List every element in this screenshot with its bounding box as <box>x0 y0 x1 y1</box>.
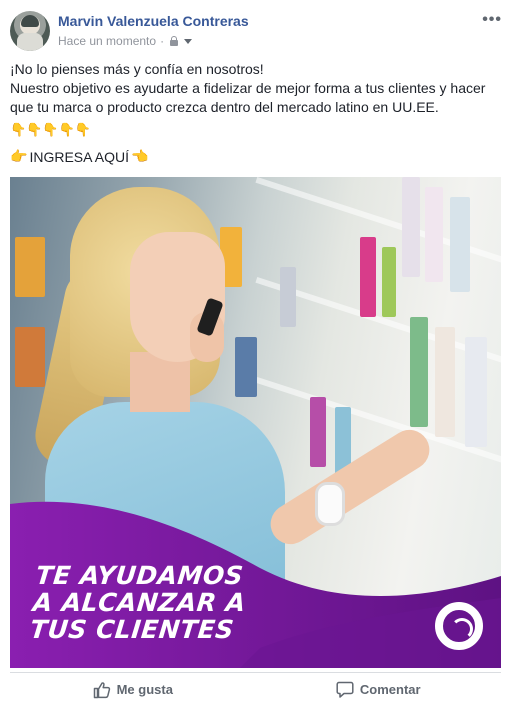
slogan-line: A ALCANZAR A <box>31 588 248 617</box>
lock-icon <box>170 36 179 46</box>
product <box>450 197 470 292</box>
author-name[interactable]: Marvin Valenzuela Contreras <box>58 13 249 29</box>
more-options-icon[interactable]: ••• <box>482 12 502 28</box>
product <box>15 327 45 387</box>
comment-icon <box>336 681 354 698</box>
facebook-post: Marvin Valenzuela Contreras Hace un mome… <box>0 0 511 710</box>
product <box>280 267 296 327</box>
product <box>235 337 257 397</box>
pointing-right-icon: 👉 <box>10 148 28 164</box>
pointing-down-emoji-row: 👇👇👇👇👇 <box>10 122 91 138</box>
avatar-helmet-shape <box>21 15 39 27</box>
meta-separator: · <box>160 34 165 48</box>
post-timestamp[interactable]: Hace un momento <box>58 34 156 48</box>
product <box>410 317 428 427</box>
like-button[interactable]: Me gusta <box>10 673 256 706</box>
cta-line: 👉 INGRESA AQUÍ 👈 <box>10 148 148 165</box>
pointing-down-icons: 👇👇👇👇👇 <box>10 122 91 137</box>
thumbs-up-icon <box>93 681 110 698</box>
product <box>310 397 326 467</box>
slogan-line: TE AYUDAMOS <box>34 561 245 590</box>
brand-logo-icon <box>435 602 483 650</box>
post-text-line: Nuestro objetivo es ayudarte a fidelizar… <box>10 80 486 115</box>
product <box>465 337 487 447</box>
product <box>360 237 376 317</box>
post-image[interactable]: TE AYUDAMOS A ALCANZAR A TUS CLIENTES <box>10 177 501 668</box>
product <box>402 177 420 277</box>
author-avatar[interactable] <box>10 11 50 51</box>
cta-text: INGRESA AQUÍ <box>29 148 130 165</box>
pointing-left-icon: 👈 <box>131 148 149 164</box>
comment-label: Comentar <box>359 682 421 697</box>
post-actions: Me gusta Comentar <box>10 673 501 706</box>
product <box>435 327 455 437</box>
post-meta: Hace un momento · <box>58 34 193 48</box>
product <box>15 237 45 297</box>
product <box>382 247 396 317</box>
post-text-line: ¡No lo pienses más y confía en nosotros! <box>10 61 264 77</box>
product <box>425 187 443 282</box>
image-slogan: TE AYUDAMOS A ALCANZAR A TUS CLIENTES <box>28 561 250 644</box>
like-label: Me gusta <box>116 682 173 697</box>
comment-button[interactable]: Comentar <box>256 673 502 706</box>
slogan-line: TUS CLIENTES <box>28 615 236 644</box>
avatar-body-shape <box>17 33 43 51</box>
caret-down-icon[interactable] <box>184 38 193 44</box>
post-text: ¡No lo pienses más y confía en nosotros!… <box>10 60 502 117</box>
